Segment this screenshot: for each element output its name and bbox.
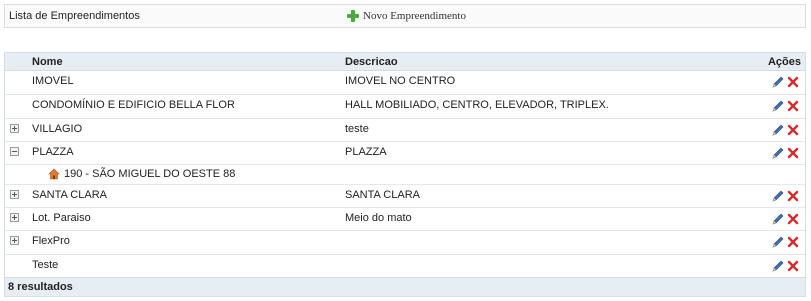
table-row: FlexPro <box>5 231 805 255</box>
results-count: 8 resultados <box>8 281 73 293</box>
table-row: Lot. Paraiso Meio do mato <box>5 208 805 231</box>
edit-pencil-icon[interactable] <box>771 123 785 137</box>
new-empreendimento-label: Novo Empreendimento <box>363 10 466 22</box>
edit-pencil-icon[interactable] <box>771 189 785 203</box>
row-descricao: PLAZZA <box>345 146 387 158</box>
row-actions <box>771 75 801 89</box>
row-descricao: HALL MOBILIADO, CENTRO, ELEVADOR, TRIPLE… <box>345 99 609 111</box>
row-nome: SANTA CLARA <box>32 189 107 201</box>
page-title: Lista de Empreendimentos <box>9 10 140 22</box>
row-actions <box>771 235 801 249</box>
table-row: CONDOMÍNIO E EDIFICIO BELLA FLOR HALL MO… <box>5 95 805 119</box>
delete-x-icon[interactable] <box>787 124 799 136</box>
row-actions <box>771 99 801 113</box>
delete-x-icon[interactable] <box>787 236 799 248</box>
child-unit-row[interactable]: 190 - SÃO MIGUEL DO OESTE 88 <box>5 165 805 185</box>
row-nome: VILLAGIO <box>32 123 83 135</box>
expand-row-icon[interactable] <box>10 213 19 222</box>
delete-x-icon[interactable] <box>787 100 799 112</box>
delete-x-icon[interactable] <box>787 76 799 88</box>
child-unit-label: 190 - SÃO MIGUEL DO OESTE 88 <box>64 168 236 180</box>
delete-x-icon[interactable] <box>787 213 799 225</box>
row-nome: PLAZZA <box>32 146 74 158</box>
results-footer: 8 resultados <box>5 277 805 296</box>
edit-pencil-icon[interactable] <box>771 146 785 160</box>
grid-header-row: Nome Descricao Ações <box>5 53 805 71</box>
row-actions <box>771 123 801 137</box>
table-row: SANTA CLARA SANTA CLARA <box>5 185 805 208</box>
row-actions <box>771 189 801 203</box>
row-actions <box>771 146 801 160</box>
edit-pencil-icon[interactable] <box>771 75 785 89</box>
home-icon <box>48 168 60 180</box>
row-descricao: teste <box>345 123 369 135</box>
expand-row-icon[interactable] <box>10 236 19 245</box>
row-actions <box>771 212 801 226</box>
table-row: Teste <box>5 255 805 278</box>
edit-pencil-icon[interactable] <box>771 259 785 273</box>
column-header-nome[interactable]: Nome <box>32 53 63 71</box>
row-nome: Lot. Paraiso <box>32 212 91 224</box>
expand-row-icon[interactable] <box>10 124 19 133</box>
row-descricao: Meio do mato <box>345 212 412 224</box>
delete-x-icon[interactable] <box>787 147 799 159</box>
table-row: IMOVEL IMOVEL NO CENTRO <box>5 71 805 95</box>
new-empreendimento-button[interactable]: Novo Empreendimento <box>347 10 466 22</box>
row-nome: IMOVEL <box>32 75 74 87</box>
expand-row-icon[interactable] <box>10 190 19 199</box>
row-actions <box>771 259 801 273</box>
row-descricao: IMOVEL NO CENTRO <box>345 75 456 87</box>
row-nome: FlexPro <box>32 235 70 247</box>
edit-pencil-icon[interactable] <box>771 235 785 249</box>
edit-pencil-icon[interactable] <box>771 212 785 226</box>
table-row: PLAZZA PLAZZA <box>5 142 805 165</box>
collapse-row-icon[interactable] <box>10 147 19 156</box>
row-nome: Teste <box>32 259 59 271</box>
row-nome: CONDOMÍNIO E EDIFICIO BELLA FLOR <box>32 99 235 111</box>
edit-pencil-icon[interactable] <box>771 99 785 113</box>
delete-x-icon[interactable] <box>787 260 799 272</box>
list-header-bar: Lista de Empreendimentos Novo Empreendim… <box>4 4 806 28</box>
column-header-descricao[interactable]: Descricao <box>345 53 398 71</box>
column-header-acoes: Ações <box>767 56 801 68</box>
empreendimentos-grid: Nome Descricao Ações IMOVEL IMOVEL NO CE… <box>4 52 806 297</box>
add-plus-icon <box>347 10 359 22</box>
delete-x-icon[interactable] <box>787 190 799 202</box>
table-row: VILLAGIO teste <box>5 119 805 142</box>
row-descricao: SANTA CLARA <box>345 189 420 201</box>
